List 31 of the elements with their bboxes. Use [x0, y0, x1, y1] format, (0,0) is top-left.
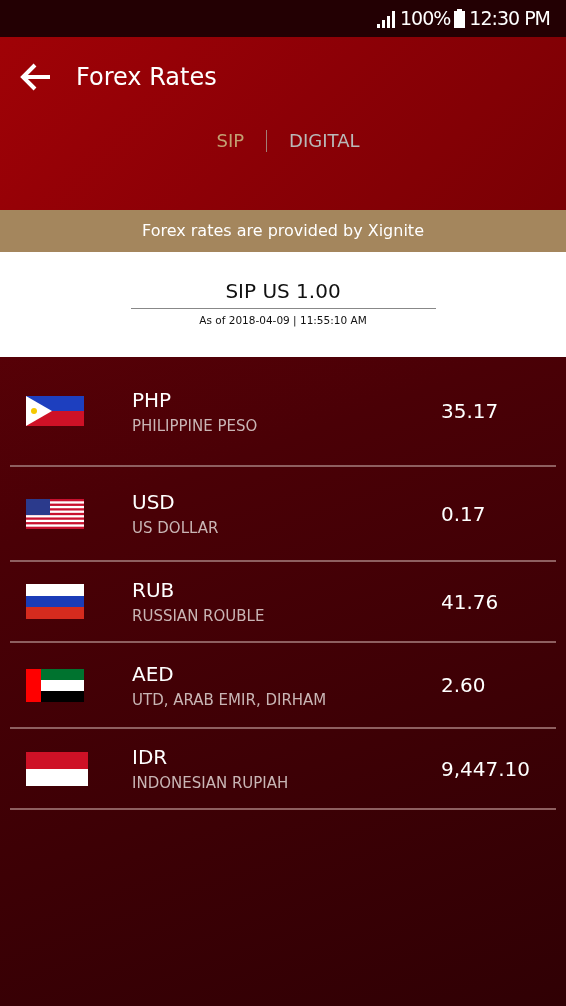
exchange-rate: 2.60 — [441, 672, 487, 699]
tab[interactable]: DIGITAL — [267, 127, 382, 154]
flag-icon — [26, 751, 88, 786]
battery-icon — [454, 9, 466, 28]
flag-icon — [26, 396, 84, 426]
provider-notice: Forex rates are provided by Xignite — [0, 210, 566, 252]
currency-code: RUB — [132, 577, 176, 605]
exchange-rate: 9,447.10 — [441, 755, 532, 783]
exchange-rate: 0.17 — [441, 500, 487, 528]
flag-icon — [26, 498, 84, 529]
currency-name: RUSSIAN ROUBLE — [132, 606, 265, 628]
back-arrow-icon[interactable] — [20, 62, 52, 92]
exchange-rate: 35.17 — [441, 398, 500, 425]
exchange-rate: 41.76 — [441, 588, 500, 616]
currency-code: AED — [132, 660, 175, 688]
currency-code: PHP — [132, 386, 173, 414]
currency-name: US DOLLAR — [132, 518, 219, 540]
timestamp: As of 2018-04-09 | 11:55:10 AM — [199, 313, 367, 329]
currency-name: UTD, ARAB EMIR, DIRHAM — [132, 689, 327, 711]
currency-name: INDONESIAN RUPIAH — [132, 773, 289, 795]
screen-title: Forex Rates — [76, 62, 217, 93]
tab[interactable]: SIP — [194, 127, 267, 154]
currency-code: IDR — [132, 744, 169, 772]
base-amount: SIP US 1.00 — [130, 276, 436, 309]
battery-percent: 100% — [400, 6, 451, 32]
currency-name: PHILIPPINE PESO — [132, 415, 258, 437]
flag-icon — [26, 668, 84, 702]
signal-icon — [376, 9, 396, 28]
currency-code: USD — [132, 489, 176, 517]
flag-icon — [26, 584, 84, 619]
status-time: 12:30 PM — [469, 6, 550, 32]
